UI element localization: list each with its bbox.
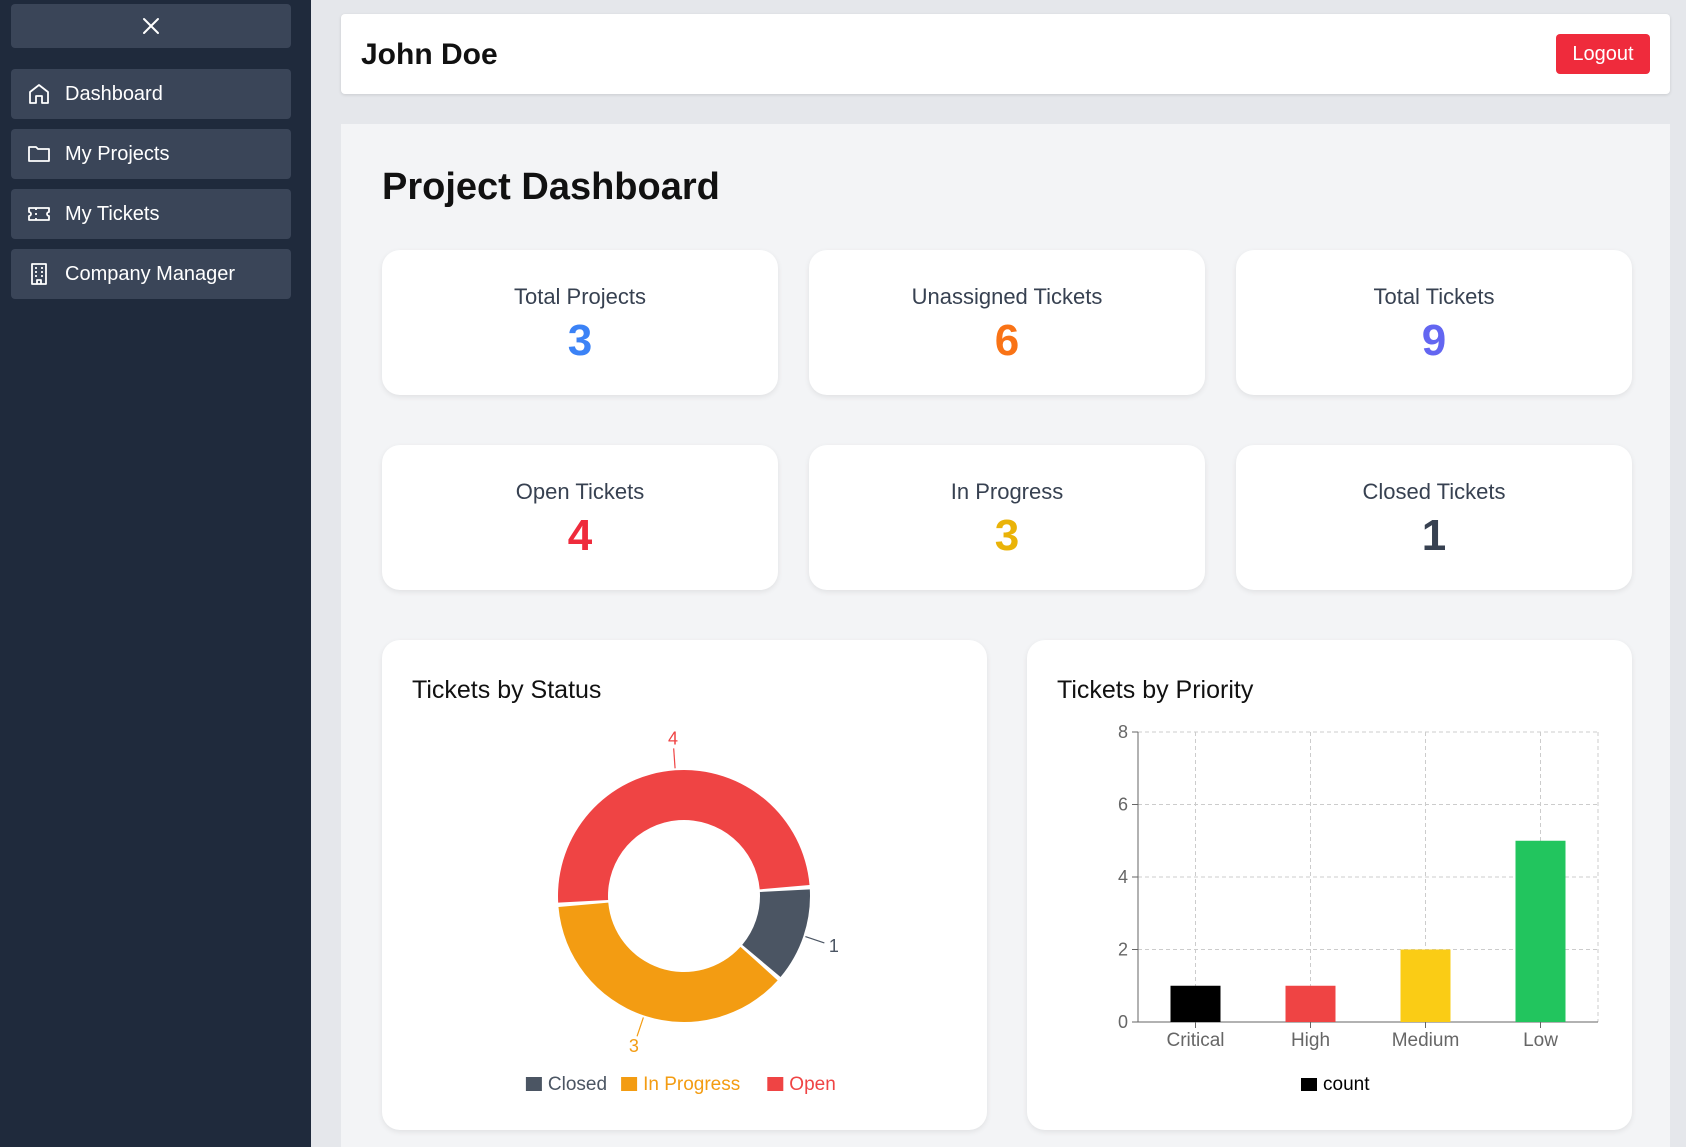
stat-label: Unassigned Tickets [911,284,1103,309]
stat-value: 3 [994,511,1020,560]
y-tick-label: 4 [1118,867,1128,887]
ticket-icon [27,202,51,226]
donut-value-label: 1 [829,936,839,956]
legend-label[interactable]: Closed [548,1074,607,1095]
sidebar-item-label: Company Manager [65,262,236,285]
x-tick-label: Medium [1392,1030,1460,1051]
stat-card-total-tickets: Total Tickets 9 [1236,250,1632,395]
donut-leader-line [636,1017,644,1037]
stat-value: 6 [994,316,1020,365]
stat-label: Open Tickets [515,479,645,504]
folder-icon [27,142,51,166]
stat-value: 9 [1421,316,1447,365]
y-tick-label: 6 [1118,795,1128,815]
sidebar: Dashboard My Projects My Tickets Company… [0,0,311,1147]
building-icon [27,262,51,286]
legend-swatch [525,1077,542,1091]
legend-label[interactable]: In Progress [643,1074,740,1095]
stat-card-closed-tickets: Closed Tickets 1 [1236,445,1632,590]
y-tick-label: 0 [1118,1012,1128,1032]
main-content: Project Dashboard Total Projects 3 Unass… [341,124,1670,1147]
sidebar-item-my-projects[interactable]: My Projects [11,129,291,179]
donut-slice-in-progress [558,902,778,1022]
sidebar-item-label: My Projects [65,142,170,165]
x-tick-label: Critical [1166,1030,1224,1051]
status-chart-card: Tickets by Status 1 3 4 Closed In Progress Op… [382,640,987,1130]
donut-value-label: 3 [629,1036,639,1056]
stat-card-unassigned-tickets: Unassigned Tickets 6 [809,250,1205,395]
stat-value: 3 [567,316,593,365]
sidebar-item-dashboard[interactable]: Dashboard [11,69,291,119]
donut-value-label: 4 [668,728,678,748]
donut-leader-line [805,936,825,944]
close-icon [143,18,159,34]
legend-swatch [621,1077,638,1091]
sidebar-close-button[interactable] [11,4,291,48]
top-header: John Doe Logout [341,14,1670,94]
stat-label: Closed Tickets [1362,479,1506,504]
stat-value: 1 [1421,511,1447,560]
home-icon [27,82,51,106]
priority-chart-card: Tickets by Priority 0 2 4 6 8 Critical High Med… [1027,640,1632,1130]
stat-label: Total Tickets [1373,284,1495,309]
donut-slice-open [557,769,810,903]
donut-leader-line [673,748,676,769]
x-tick-label: Low [1523,1030,1558,1051]
stat-card-in-progress: In Progress 3 [809,445,1205,590]
priority-bar-chart: 0 2 4 6 8 Critical High Medium Low count [1118,722,1599,1095]
x-tick-label: High [1291,1030,1330,1051]
stat-value: 4 [567,511,593,560]
stat-card-total-projects: Total Projects 3 [382,250,778,395]
y-tick-label: 2 [1118,940,1128,960]
sidebar-item-my-tickets[interactable]: My Tickets [11,189,291,239]
stat-label: In Progress [950,479,1064,504]
legend-label[interactable]: count [1323,1074,1370,1095]
sidebar-item-company-manager[interactable]: Company Manager [11,249,291,299]
bar-critical [1170,985,1221,1022]
bar-medium [1400,949,1451,1022]
status-donut-chart: 1 3 4 Closed In Progress Open [525,728,839,1095]
legend-swatch [767,1077,784,1091]
stat-label: Total Projects [513,284,647,309]
y-tick-label: 8 [1118,722,1128,742]
page-title: Project Dashboard [382,166,720,208]
legend-label[interactable]: Open [789,1074,835,1095]
sidebar-item-label: Dashboard [65,82,163,105]
bar-high [1285,985,1336,1022]
legend-swatch [1301,1078,1317,1091]
sidebar-item-label: My Tickets [65,202,160,225]
logout-button[interactable]: Logout [1556,34,1650,74]
stat-card-open-tickets: Open Tickets 4 [382,445,778,590]
user-name: John Doe [361,38,498,71]
bar-low [1515,840,1566,1022]
